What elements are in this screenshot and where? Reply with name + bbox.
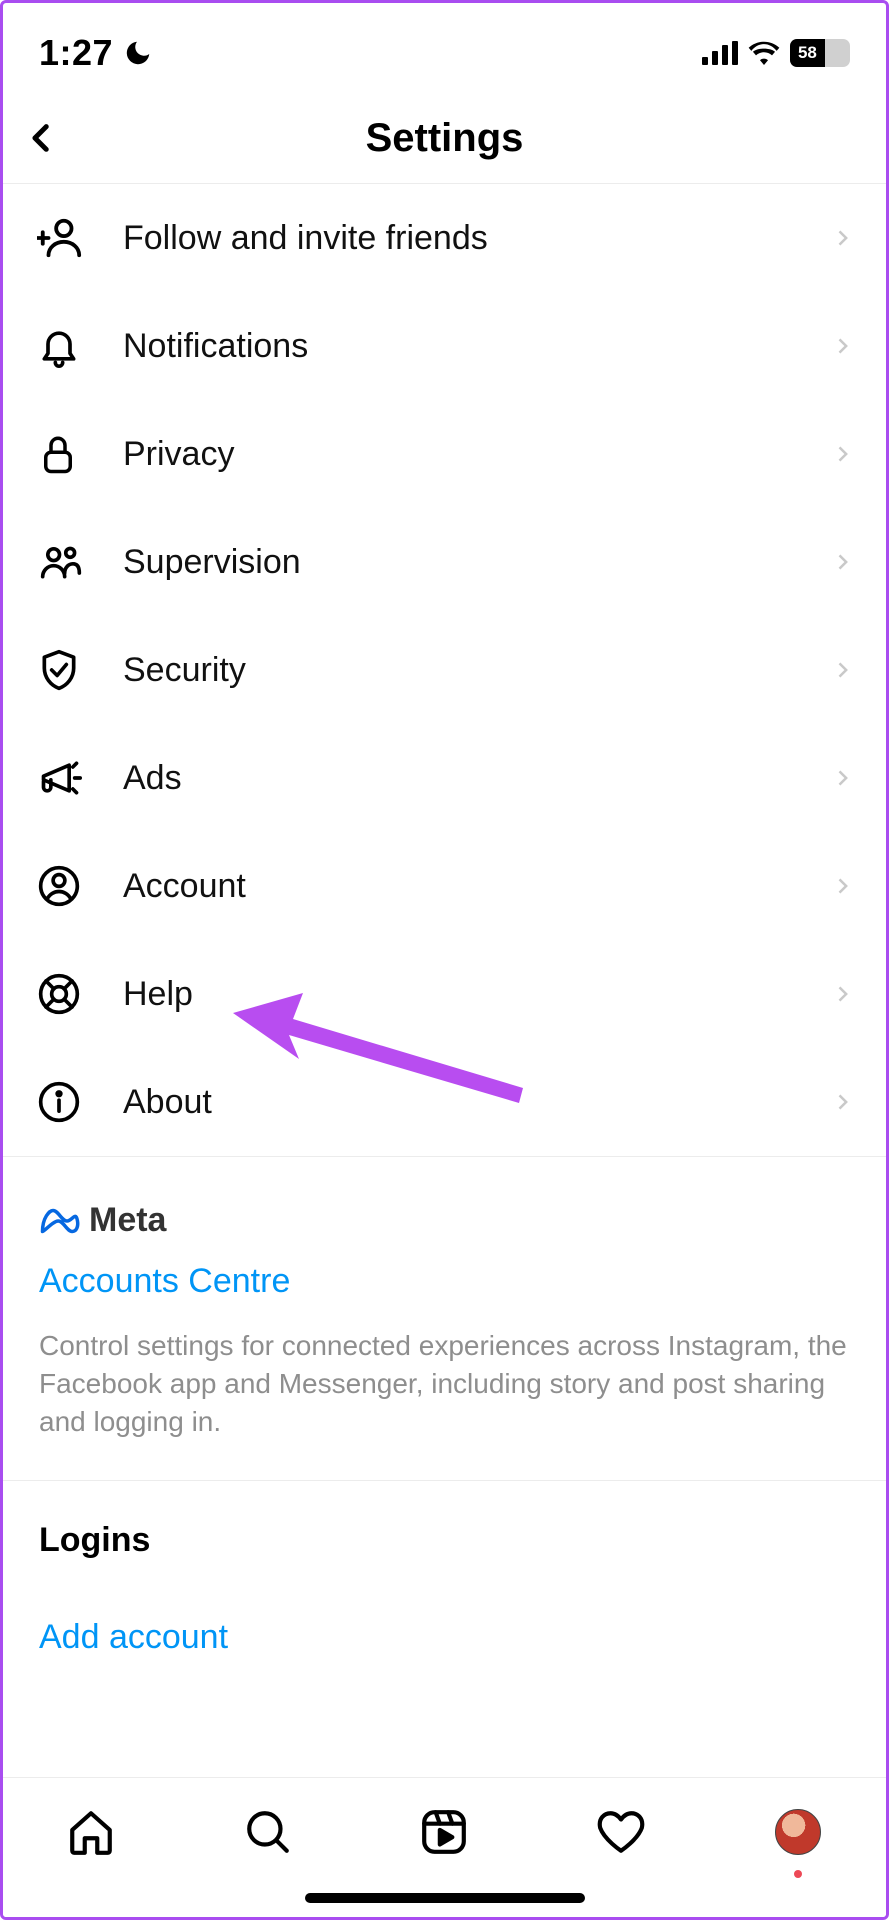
settings-list: Follow and invite friends Notifications … [3, 184, 886, 1156]
people-icon [37, 540, 95, 584]
chevron-right-icon [832, 762, 852, 794]
meta-brand-text: Meta [89, 1201, 166, 1240]
settings-row-security[interactable]: Security [3, 616, 886, 724]
search-icon [243, 1807, 293, 1857]
app-frame: 1:27 58 Settings [0, 0, 889, 1920]
meta-section: Meta Accounts Centre Control settings fo… [3, 1157, 886, 1481]
lifebuoy-icon [37, 972, 95, 1016]
chevron-right-icon [832, 546, 852, 578]
nav-home[interactable] [61, 1802, 121, 1862]
chevron-right-icon [832, 978, 852, 1010]
logins-title: Logins [39, 1521, 850, 1560]
settings-row-follow-invite[interactable]: Follow and invite friends [3, 184, 886, 292]
status-time: 1:27 [39, 32, 113, 74]
chevron-right-icon [832, 438, 852, 470]
home-icon [66, 1807, 116, 1857]
chevron-right-icon [832, 222, 852, 254]
reels-icon [419, 1807, 469, 1857]
row-label: Security [95, 651, 832, 690]
settings-row-privacy[interactable]: Privacy [3, 400, 886, 508]
row-label: Supervision [95, 543, 832, 582]
meta-brand: Meta [39, 1201, 850, 1240]
meta-logo-icon [39, 1207, 81, 1235]
chevron-right-icon [832, 1086, 852, 1118]
settings-row-account[interactable]: Account [3, 832, 886, 940]
chevron-right-icon [832, 870, 852, 902]
accounts-centre-link[interactable]: Accounts Centre [39, 1262, 850, 1301]
row-label: Privacy [95, 435, 832, 474]
settings-row-ads[interactable]: Ads [3, 724, 886, 832]
logins-section: Logins Add account [3, 1481, 886, 1737]
battery-icon: 58 [790, 39, 850, 67]
settings-row-about[interactable]: About [3, 1048, 886, 1156]
nav-profile[interactable] [768, 1802, 828, 1862]
battery-percent: 58 [798, 43, 817, 63]
add-account-link[interactable]: Add account [39, 1618, 850, 1657]
back-button[interactable] [25, 114, 59, 162]
avatar-icon [775, 1809, 821, 1855]
info-icon [37, 1080, 95, 1124]
chevron-right-icon [832, 330, 852, 362]
status-bar: 1:27 58 [3, 3, 886, 93]
chevron-right-icon [832, 654, 852, 686]
wifi-icon [748, 41, 780, 65]
lock-icon [37, 431, 95, 477]
home-indicator [305, 1893, 585, 1903]
nav-reels[interactable] [414, 1802, 474, 1862]
row-label: About [95, 1083, 832, 1122]
meta-description: Control settings for connected experienc… [39, 1327, 850, 1440]
page-header: Settings [3, 93, 886, 183]
nav-search[interactable] [238, 1802, 298, 1862]
moon-icon [123, 38, 153, 68]
settings-row-supervision[interactable]: Supervision [3, 508, 886, 616]
settings-row-notifications[interactable]: Notifications [3, 292, 886, 400]
row-label: Notifications [95, 327, 832, 366]
megaphone-icon [37, 756, 95, 800]
row-label: Account [95, 867, 832, 906]
row-label: Follow and invite friends [95, 219, 832, 258]
nav-activity[interactable] [591, 1802, 651, 1862]
cellular-signal-icon [702, 41, 738, 65]
account-circle-icon [37, 864, 95, 908]
shield-check-icon [37, 647, 95, 693]
bell-icon [37, 324, 95, 368]
row-label: Help [95, 975, 832, 1014]
row-label: Ads [95, 759, 832, 798]
heart-icon [595, 1807, 647, 1857]
page-title: Settings [366, 116, 524, 161]
notification-dot-icon [794, 1870, 802, 1878]
person-add-icon [37, 215, 95, 261]
settings-row-help[interactable]: Help [3, 940, 886, 1048]
